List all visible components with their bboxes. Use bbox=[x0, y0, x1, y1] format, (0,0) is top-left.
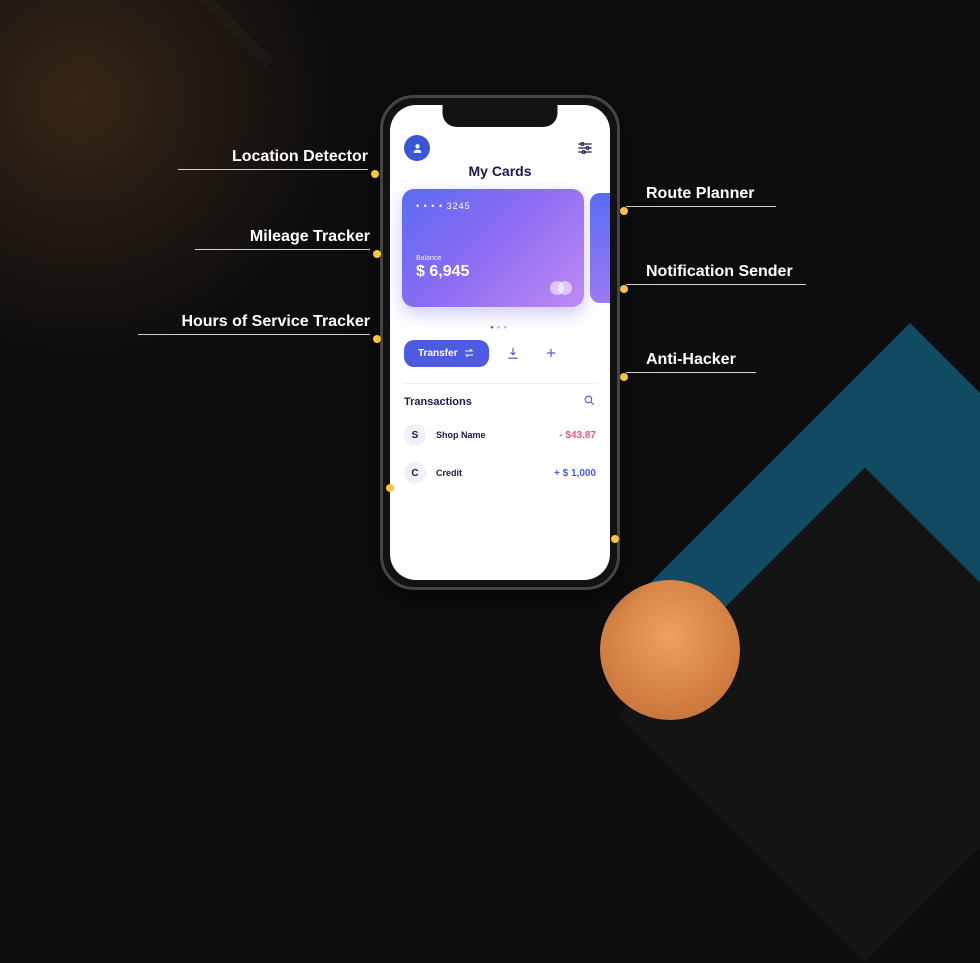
tx-name: Credit bbox=[436, 468, 554, 478]
balance-label: Balance bbox=[416, 255, 570, 262]
balance-value: $ 6,945 bbox=[416, 263, 570, 281]
next-card-peek[interactable] bbox=[590, 193, 610, 303]
transaction-row[interactable]: C Credit+ $ 1,000 bbox=[390, 454, 610, 492]
tx-initial: C bbox=[404, 462, 426, 484]
profile-button[interactable] bbox=[404, 135, 430, 161]
callout-dot bbox=[620, 373, 628, 381]
callout-dot bbox=[371, 170, 379, 178]
callout-location-detector: Location Detector bbox=[178, 148, 368, 170]
search-icon bbox=[583, 394, 596, 407]
user-icon bbox=[411, 142, 424, 155]
callout-dot bbox=[620, 285, 628, 293]
divider bbox=[402, 383, 598, 384]
download-button[interactable] bbox=[499, 339, 527, 367]
bg-chevron bbox=[0, 0, 274, 244]
transfer-button[interactable]: Transfer bbox=[404, 340, 489, 367]
callout-dot bbox=[373, 335, 381, 343]
card-number: • • • • 3245 bbox=[416, 201, 570, 211]
callout-notification-sender: Notification Sender bbox=[646, 263, 806, 285]
card-pagination[interactable]: ●●● bbox=[390, 319, 610, 339]
search-button[interactable] bbox=[583, 394, 596, 410]
phone-notch bbox=[443, 105, 558, 127]
download-icon bbox=[506, 346, 520, 360]
phone-screen: My Cards • • • • 3245 Balance $ 6,945 ●●… bbox=[390, 105, 610, 580]
callout-dot bbox=[373, 250, 381, 258]
tx-amount: - $43.87 bbox=[559, 430, 596, 441]
transfer-label: Transfer bbox=[418, 348, 457, 359]
tx-amount: + $ 1,000 bbox=[554, 468, 596, 479]
phone-frame: My Cards • • • • 3245 Balance $ 6,945 ●●… bbox=[380, 95, 620, 590]
callout-dot bbox=[386, 484, 394, 492]
swap-icon bbox=[463, 348, 475, 358]
transactions-title: Transactions bbox=[404, 396, 472, 408]
plus-icon bbox=[544, 346, 558, 360]
transaction-row[interactable]: S Shop Name- $43.87 bbox=[390, 416, 610, 454]
bg-accent-circle bbox=[600, 580, 740, 720]
settings-button[interactable] bbox=[574, 137, 596, 159]
callout-route-planner: Route Planner bbox=[646, 185, 776, 207]
primary-card[interactable]: • • • • 3245 Balance $ 6,945 bbox=[402, 189, 584, 307]
callout-anti-hacker: Anti-Hacker bbox=[646, 351, 756, 373]
callout-hours-of-service: Hours of Service Tracker bbox=[138, 313, 370, 335]
add-button[interactable] bbox=[537, 339, 565, 367]
sliders-icon bbox=[577, 141, 593, 155]
mastercard-icon bbox=[550, 281, 572, 295]
callout-mileage-tracker: Mileage Tracker bbox=[195, 228, 370, 250]
callout-dot bbox=[611, 535, 619, 543]
callout-dot bbox=[620, 207, 628, 215]
tx-initial: S bbox=[404, 424, 426, 446]
page-title: My Cards bbox=[390, 163, 610, 179]
tx-name: Shop Name bbox=[436, 430, 559, 440]
